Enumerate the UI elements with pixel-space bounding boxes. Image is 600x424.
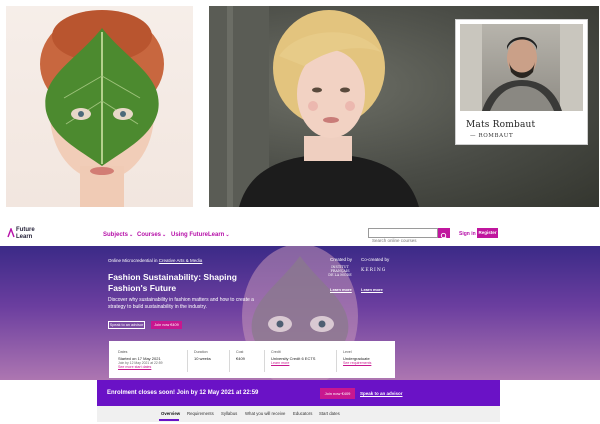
course-info-card: Dates Started on 17 May 2021 Join by 12 …: [109, 341, 395, 378]
speaker-inset-card: Mats Rombaut — ROMBAUT: [455, 19, 588, 145]
leaf-mask-illustration: [40, 10, 164, 207]
credit-label: Credit: [271, 350, 281, 354]
breadcrumb: Online Microcredential in Creative Arts …: [108, 258, 203, 263]
credit-learn-more-link[interactable]: Learn more: [271, 361, 332, 365]
search-input-wrapper: [368, 228, 438, 245]
enrolment-banner: Enrolment closes soon! Join by 12 May 20…: [97, 380, 500, 406]
chevron-down-icon: ⌄: [129, 232, 134, 238]
join-now-button[interactable]: Join now €409: [151, 321, 182, 329]
chevron-down-icon: ⌄: [162, 232, 167, 238]
futurelearn-logo-icon[interactable]: [7, 228, 15, 238]
inset-name: Mats Rombaut: [466, 120, 536, 130]
kering-logo[interactable]: KERING: [361, 268, 386, 273]
learn-more-kering-link[interactable]: Learn more: [361, 287, 383, 292]
see-requirements-link[interactable]: See requirements: [343, 361, 391, 365]
learn-more-ifm-link[interactable]: Learn more: [330, 287, 352, 292]
dates-label: Dates: [118, 350, 128, 354]
enrol-speak-to-advisor-link[interactable]: Speak to an advisor: [360, 391, 403, 396]
inset-portrait-photo: [460, 24, 583, 111]
tab-start-dates[interactable]: Start dates: [319, 411, 340, 416]
dates-column: Dates Started on 17 May 2021 Join by 12 …: [118, 350, 180, 372]
register-button[interactable]: Register: [477, 228, 498, 238]
ifm-logo[interactable]: INSTITUT FRANÇAIS DE LA MODE: [328, 265, 352, 277]
search-icon: [440, 232, 447, 239]
cost-label: Cost: [236, 350, 244, 354]
inset-brand: — ROMBAUT: [470, 133, 514, 139]
course-title: Fashion Sustainability: Shaping Fashion'…: [108, 272, 237, 293]
nav-using-futurelearn[interactable]: Using FutureLearn⌄: [171, 232, 230, 238]
co-created-by-label: Co-created by: [361, 257, 390, 262]
active-tab-indicator: [159, 419, 179, 421]
futurelearn-logo-text[interactable]: Future Learn: [16, 227, 46, 240]
created-by-label: Created by: [330, 257, 353, 262]
level-column: Level Undergraduate See requirements: [336, 350, 391, 372]
nav-courses[interactable]: Courses⌄: [137, 232, 166, 238]
category-link[interactable]: Creative Arts & Media: [159, 258, 203, 263]
course-description: Discover why sustainability in fashion m…: [108, 297, 254, 310]
chevron-down-icon: ⌄: [225, 232, 230, 238]
tab-what-you-will-receive[interactable]: What you will receive: [245, 411, 285, 416]
tab-overview[interactable]: Overview: [161, 411, 180, 416]
see-more-dates-link[interactable]: See more start dates: [118, 365, 180, 369]
leaf-mask-photo: [6, 6, 193, 207]
level-label: Level: [343, 350, 352, 354]
nav-subjects[interactable]: Subjects⌄: [103, 232, 133, 238]
cost-column: Cost €409: [229, 350, 264, 372]
enrolment-closes-text: Enrolment closes soon! Join by 12 May 20…: [107, 390, 259, 396]
site-header: Future Learn Subjects⌄ Courses⌄ Using Fu…: [0, 222, 600, 246]
duration-column: Duration 10 weeks: [187, 350, 235, 372]
speak-to-advisor-button[interactable]: Speak to an advisor: [108, 321, 145, 329]
tab-syllabus[interactable]: Syllabus: [221, 411, 237, 416]
enrol-join-now-button[interactable]: Join now €409: [320, 388, 355, 399]
tab-requirements[interactable]: Requirements: [187, 411, 214, 416]
screenshot: Mats Rombaut — ROMBAUT Future Learn Subj…: [0, 0, 600, 424]
portrait-illustration: [460, 24, 583, 111]
course-tab-bar: Overview Requirements Syllabus What you …: [97, 406, 500, 422]
search-input[interactable]: [369, 236, 437, 245]
search-button[interactable]: [438, 228, 450, 239]
cost-value: €409: [236, 355, 245, 361]
sign-in-link[interactable]: Sign in: [459, 231, 476, 237]
tab-educators[interactable]: Educators: [293, 411, 312, 416]
credit-column: Credit University Credit 6 ECTS Learn mo…: [264, 350, 332, 372]
